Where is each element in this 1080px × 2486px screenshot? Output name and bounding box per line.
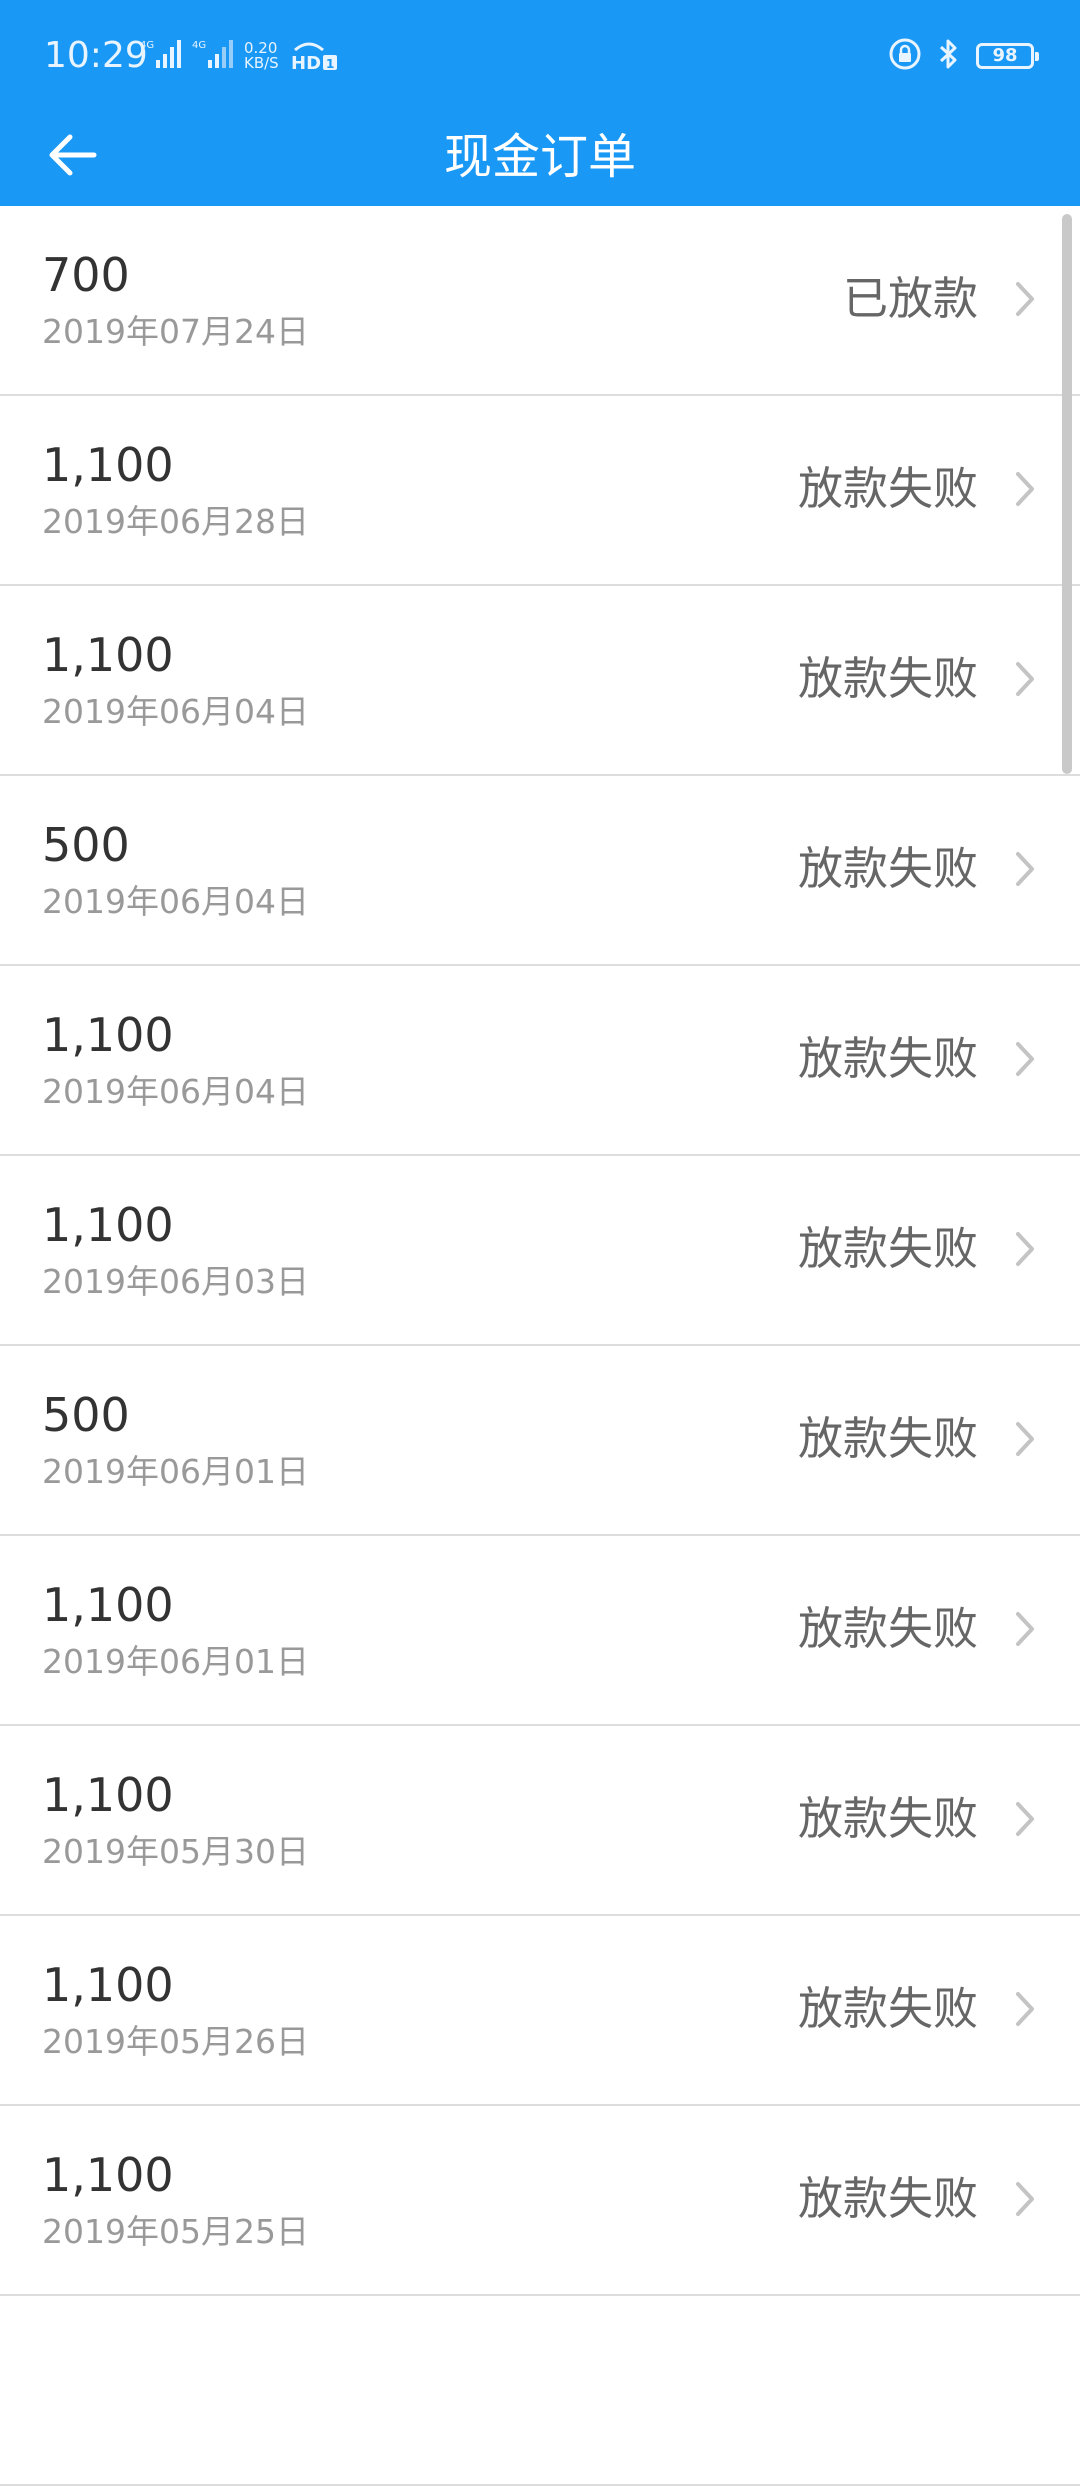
order-row[interactable]: 1,100 2019年06月28日 放款失败 <box>0 396 1080 586</box>
page-title: 现金订单 <box>443 129 636 185</box>
order-date: 2019年07月24日 <box>42 312 309 351</box>
order-status: 放款失败 <box>797 1602 978 1655</box>
bluetooth-icon <box>938 37 960 75</box>
battery-icon: 98 <box>976 43 1039 69</box>
chevron-right-icon <box>1016 282 1034 316</box>
app-bar: 10:29 4G 4G 0.20 KB/S HD 1 98 现金订单 <box>0 0 1080 206</box>
status-time: 10:29 <box>44 35 148 76</box>
status-bar: 10:29 4G 4G 0.20 KB/S HD 1 98 <box>0 0 1080 108</box>
chevron-right-icon <box>1016 472 1034 506</box>
order-date: 2019年06月04日 <box>42 882 309 921</box>
order-amount: 1,100 <box>42 1008 174 1062</box>
order-status: 放款失败 <box>797 1982 978 2035</box>
order-date: 2019年05月25日 <box>42 2212 309 2251</box>
chevron-right-icon <box>1016 1422 1034 1456</box>
order-status: 放款失败 <box>797 2172 978 2225</box>
order-date: 2019年06月01日 <box>42 1452 309 1491</box>
order-amount: 1,100 <box>42 1958 174 2012</box>
order-date: 2019年05月26日 <box>42 2022 309 2061</box>
chevron-right-icon <box>1016 1232 1034 1266</box>
chevron-right-icon <box>1016 1992 1034 2026</box>
order-row[interactable]: 1,100 2019年05月30日 放款失败 <box>0 1726 1080 1916</box>
order-status: 放款失败 <box>797 1792 978 1845</box>
order-amount: 500 <box>42 818 130 872</box>
order-status: 放款失败 <box>797 652 978 705</box>
order-status: 已放款 <box>842 272 978 325</box>
order-amount: 1,100 <box>42 1198 174 1252</box>
status-left-icons: 4G 4G 0.20 KB/S HD 1 <box>140 36 339 76</box>
chevron-right-icon <box>1016 2182 1034 2216</box>
chevron-right-icon <box>1016 1802 1034 1836</box>
arrow-left-icon <box>44 131 100 183</box>
order-amount: 1,100 <box>42 2148 174 2202</box>
order-list: 700 2019年07月24日 已放款 1,100 2019年06月28日 放款… <box>0 206 1080 2486</box>
order-amount: 1,100 <box>42 438 174 492</box>
order-status: 放款失败 <box>797 1032 978 1085</box>
order-amount: 700 <box>42 248 130 302</box>
status-right-icons: 98 <box>888 34 1039 78</box>
order-date: 2019年05月30日 <box>42 1832 309 1871</box>
order-row[interactable]: 1,100 2019年06月04日 放款失败 <box>0 586 1080 776</box>
order-row[interactable]: 500 2019年06月04日 放款失败 <box>0 776 1080 966</box>
net-speed-unit: KB/S <box>244 54 279 72</box>
signal-icon: 4G <box>192 38 234 74</box>
chevron-right-icon <box>1016 1042 1034 1076</box>
order-date: 2019年06月01日 <box>42 1642 309 1681</box>
order-amount: 500 <box>42 1388 130 1442</box>
scrollbar[interactable] <box>1062 214 1072 774</box>
order-row[interactable]: 1,100 2019年05月25日 放款失败 <box>0 2106 1080 2296</box>
order-row[interactable]: 1,100 2019年06月04日 放款失败 <box>0 966 1080 1156</box>
order-date: 2019年06月28日 <box>42 502 309 541</box>
chevron-right-icon <box>1016 662 1034 696</box>
order-row[interactable]: 1,100 2019年06月01日 放款失败 <box>0 1536 1080 1726</box>
order-status: 放款失败 <box>797 462 978 515</box>
signal-2-label: 4G <box>192 40 206 51</box>
lock-icon <box>888 37 922 75</box>
order-row[interactable] <box>0 2296 1080 2486</box>
order-amount: 1,100 <box>42 1768 174 1822</box>
order-row[interactable]: 500 2019年06月01日 放款失败 <box>0 1346 1080 1536</box>
signal-icon: 4G <box>140 38 182 74</box>
order-status: 放款失败 <box>797 842 978 895</box>
order-row[interactable]: 700 2019年07月24日 已放款 <box>0 206 1080 396</box>
order-status: 放款失败 <box>797 1222 978 1275</box>
order-amount: 1,100 <box>42 628 174 682</box>
order-date: 2019年06月03日 <box>42 1262 309 1301</box>
order-row[interactable]: 1,100 2019年05月26日 放款失败 <box>0 1916 1080 2106</box>
order-amount: 1,100 <box>42 1578 174 1632</box>
order-date: 2019年06月04日 <box>42 1072 309 1111</box>
chevron-right-icon <box>1016 852 1034 886</box>
back-button[interactable] <box>24 108 120 206</box>
net-speed: 0.20 KB/S <box>244 41 279 71</box>
order-row[interactable]: 1,100 2019年06月03日 放款失败 <box>0 1156 1080 1346</box>
order-status: 放款失败 <box>797 1412 978 1465</box>
chevron-right-icon <box>1016 1612 1034 1646</box>
hd-call-icon: HD 1 <box>289 36 339 76</box>
signal-1-label: 4G <box>140 40 154 51</box>
svg-text:1: 1 <box>326 57 334 71</box>
order-date: 2019年06月04日 <box>42 692 309 731</box>
hd-badge: HD <box>291 53 321 72</box>
